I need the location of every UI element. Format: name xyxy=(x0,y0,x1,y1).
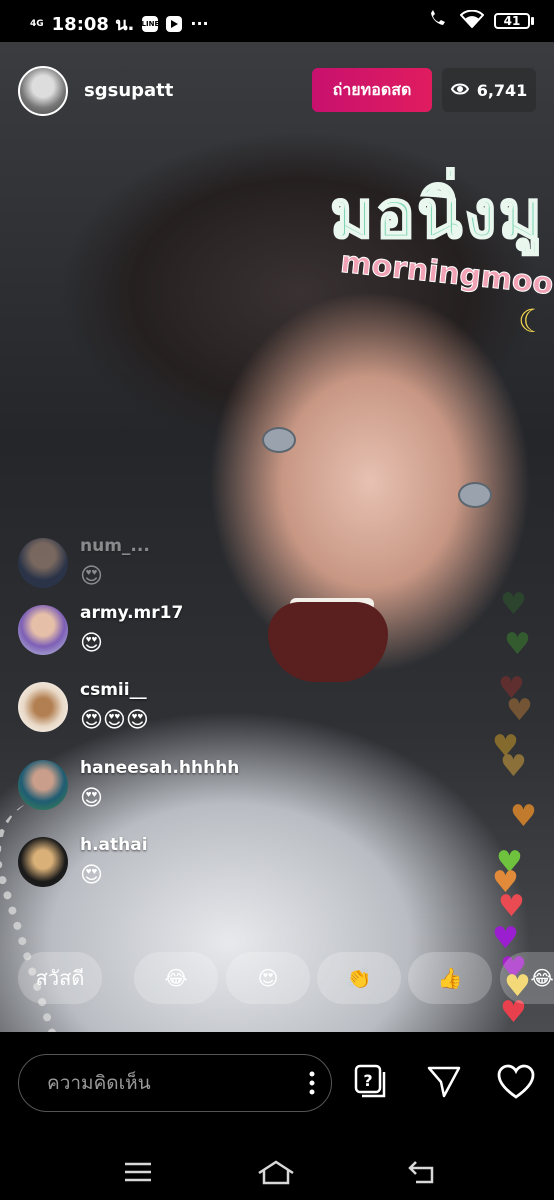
heart-icon: ♥ xyxy=(504,627,531,662)
quick-reactions: สวัสดี 😂 😍 👏 👍 😂 xyxy=(18,952,554,1004)
viewer-count[interactable]: 6,741 xyxy=(442,68,536,112)
comment-item: army.mr17 😍 xyxy=(18,597,378,669)
heart-icon: ♥ xyxy=(510,799,537,834)
commenter-avatar[interactable] xyxy=(18,605,68,655)
commenter-username[interactable]: csmii__ xyxy=(80,680,147,700)
send-icon[interactable] xyxy=(424,1062,464,1102)
heart-icon: ♥ xyxy=(500,749,527,784)
live-badge: ถ่ายทอดสด xyxy=(312,68,432,112)
quick-reaction-laugh-2[interactable]: 😂 xyxy=(500,952,554,1004)
bottom-bar: ? xyxy=(0,1032,554,1200)
battery-indicator: 41 xyxy=(494,13,534,29)
wifi-call-icon xyxy=(428,10,450,32)
commenter-username[interactable]: army.mr17 xyxy=(80,603,183,623)
comment-message: 😍 xyxy=(80,631,103,656)
comment-field[interactable] xyxy=(18,1054,332,1112)
network-indicator: 4G xyxy=(30,18,44,29)
question-icon[interactable]: ? xyxy=(350,1062,390,1102)
home-icon[interactable] xyxy=(256,1154,296,1190)
comment-message: 😍 xyxy=(80,564,103,589)
system-navigation-bar xyxy=(0,1142,554,1200)
more-notifications-icon: ··· xyxy=(190,14,209,33)
comment-item: h.athai 😍 xyxy=(18,829,378,901)
svg-text:?: ? xyxy=(363,1071,372,1090)
line-app-icon: LINE xyxy=(142,15,159,32)
moon-icon: ☾ xyxy=(518,302,547,340)
battery-level: 41 xyxy=(494,13,530,29)
youtube-app-icon xyxy=(166,15,183,32)
wifi-icon xyxy=(459,9,485,32)
heart-icon: ♥ xyxy=(498,889,525,924)
host-username[interactable]: sgsupatt xyxy=(84,80,173,101)
commenter-username[interactable]: num_... xyxy=(80,536,150,556)
host-avatar[interactable] xyxy=(18,66,68,116)
commenter-avatar[interactable] xyxy=(18,837,68,887)
comment-message: 😍 xyxy=(80,863,103,888)
comment-item: csmii__ 😍😍😍 xyxy=(18,674,378,746)
face-sticker xyxy=(458,482,492,508)
comment-message: 😍😍😍 xyxy=(80,708,149,733)
eye-icon xyxy=(450,81,469,100)
commenter-avatar[interactable] xyxy=(18,538,68,588)
commenter-username[interactable]: h.athai xyxy=(80,835,148,855)
status-bar: 4G 18:08 น. LINE ··· 41 xyxy=(0,0,554,42)
comment-input[interactable] xyxy=(45,1071,309,1095)
comment-item: haneesah.hhhhh 😍 xyxy=(18,752,378,824)
quick-reaction-laugh[interactable]: 😂 xyxy=(134,952,218,1004)
quick-reaction-clap[interactable]: 👏 xyxy=(317,952,401,1004)
quick-reaction-hello[interactable]: สวัสดี xyxy=(18,952,102,1004)
comment-message: 😍 xyxy=(80,786,103,811)
commenter-username[interactable]: haneesah.hhhhh xyxy=(80,758,239,778)
commenter-avatar[interactable] xyxy=(18,760,68,810)
quick-reaction-heart-eyes[interactable]: 😍 xyxy=(226,952,310,1004)
heart-icon: ♥ xyxy=(500,587,527,622)
like-heart-icon[interactable] xyxy=(496,1062,536,1102)
viewer-count-value: 6,741 xyxy=(476,80,528,100)
quick-reaction-thumbs-up[interactable]: 👍 xyxy=(408,952,492,1004)
face-sticker xyxy=(262,427,296,453)
more-options-icon[interactable] xyxy=(309,1071,315,1095)
recent-apps-icon[interactable] xyxy=(118,1154,158,1190)
heart-icon: ♥ xyxy=(492,921,519,956)
commenter-avatar[interactable] xyxy=(18,682,68,732)
heart-icon: ♥ xyxy=(506,693,533,728)
clock: 18:08 น. xyxy=(51,14,135,35)
back-icon[interactable] xyxy=(402,1154,442,1190)
comment-item: num_... 😍 xyxy=(18,530,378,602)
morningmoon-sticker: มอนิ่งมู morningmoon ☾ xyxy=(329,162,554,382)
